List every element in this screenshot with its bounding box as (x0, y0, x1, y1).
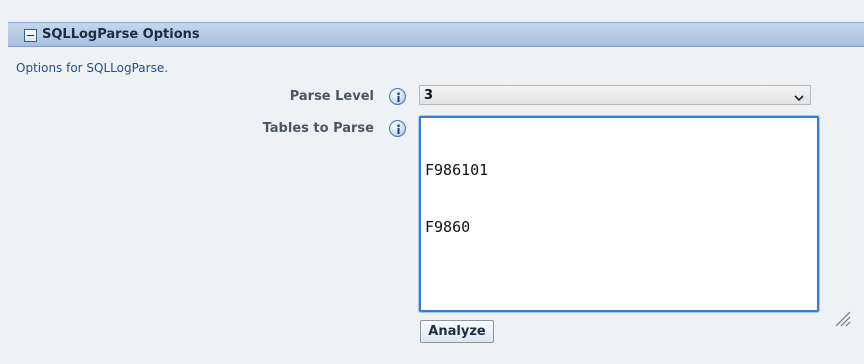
collapse-minus-icon[interactable] (24, 29, 37, 42)
parse-level-select[interactable]: 3 (419, 85, 811, 105)
textarea-line: F986101 (425, 161, 489, 179)
panel-header: SQLLogParse Options (8, 22, 864, 47)
parse-level-value: 3 (424, 88, 434, 103)
tables-to-parse-textarea[interactable]: F986101 F9860 (419, 116, 851, 327)
tables-to-parse-info-icon[interactable] (389, 120, 406, 137)
tables-to-parse-label: Tables to Parse (262, 121, 374, 136)
chevron-down-icon (794, 89, 804, 108)
panel-title: SQLLogParse Options (42, 27, 200, 42)
analyze-button[interactable]: Analyze (420, 320, 494, 343)
parse-level-label: Parse Level (289, 89, 374, 104)
panel-description: Options for SQLLogParse. (16, 61, 169, 75)
parse-level-info-icon[interactable] (389, 88, 406, 105)
resize-grip-icon[interactable] (797, 290, 851, 327)
textarea-line: F9860 (425, 218, 471, 236)
